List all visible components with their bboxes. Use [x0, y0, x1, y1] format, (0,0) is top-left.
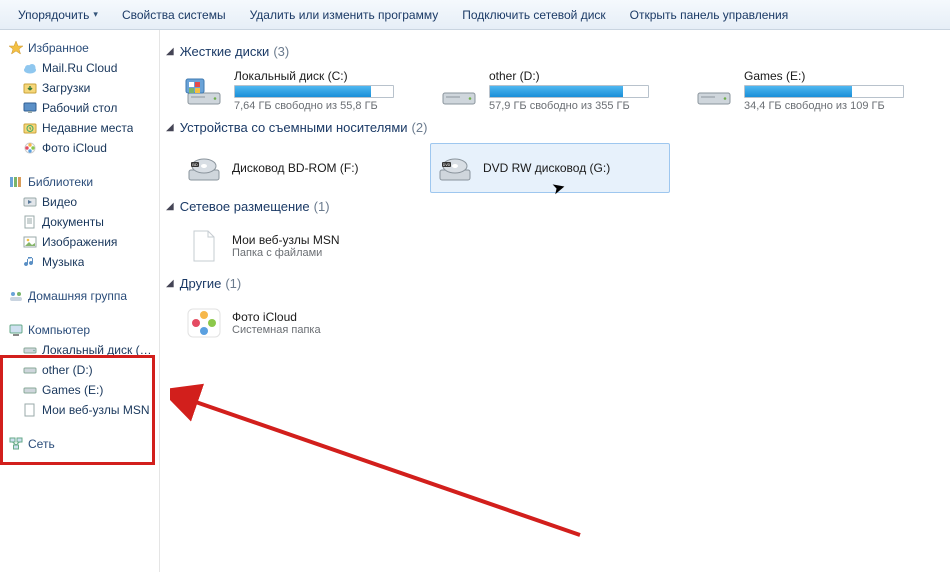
star-icon [8, 40, 24, 56]
icloud-photos-icon [184, 303, 224, 343]
homegroup-heading[interactable]: Домашняя группа [4, 286, 159, 306]
section-hdd-count: (3) [273, 44, 289, 59]
section-removable-count: (2) [412, 120, 428, 135]
dvd-rw-drive[interactable]: DVD DVD RW дисковод (G:) [430, 143, 670, 193]
file-icon [184, 226, 224, 266]
section-other[interactable]: ◢ Другие (1) [166, 276, 942, 291]
homegroup-icon [8, 288, 24, 304]
pictures-icon [22, 234, 38, 250]
documents-icon [22, 214, 38, 230]
collapse-icon: ◢ [166, 46, 174, 57]
homegroup-label: Домашняя группа [28, 289, 127, 303]
svg-text:DVD: DVD [443, 163, 451, 167]
collapse-icon: ◢ [166, 122, 174, 133]
dvd-rw-label: DVD RW дисковод (G:) [483, 161, 610, 175]
bd-rom-drive[interactable]: BD Дисковод BD-ROM (F:) [180, 143, 420, 193]
libraries-icon [8, 174, 24, 190]
computer-icon [8, 322, 24, 338]
sidebar-item-pictures[interactable]: Изображения [4, 232, 159, 252]
icloud-photos-item[interactable]: Фото iCloud Системная папка [180, 299, 420, 347]
sidebar-item-downloads[interactable]: Загрузки [4, 78, 159, 98]
section-other-title: Другие [180, 276, 222, 291]
sidebar-item-drive-d[interactable]: other (D:) [4, 360, 159, 380]
drive-freespace: 7,64 ГБ свободно из 55,8 ГБ [234, 100, 423, 112]
optical-drive-icon: BD [184, 148, 224, 188]
sidebar-item-recent[interactable]: Недавние места [4, 118, 159, 138]
svg-text:BD: BD [192, 162, 198, 167]
icloud-sub: Системная папка [232, 324, 321, 336]
sidebar-item-documents[interactable]: Документы [4, 212, 159, 232]
sidebar-item-drive-c[interactable]: Локальный диск (C:) [4, 340, 159, 360]
section-netloc[interactable]: ◢ Сетевое размещение (1) [166, 199, 942, 214]
network-icon [8, 436, 24, 452]
recent-icon [22, 120, 38, 136]
sidebar-item-mailru[interactable]: Mail.Ru Cloud [4, 58, 159, 78]
system-properties-button[interactable]: Свойства системы [110, 0, 238, 29]
favorites-label: Избранное [28, 41, 89, 55]
navigation-pane: Избранное Mail.Ru Cloud Загрузки Рабочий… [0, 30, 160, 572]
desktop-icon [22, 100, 38, 116]
optical-drive-icon: DVD [435, 148, 475, 188]
hard-drive-icon [692, 71, 736, 111]
section-removable-title: Устройства со съемными носителями [180, 120, 408, 135]
favorites-heading[interactable]: Избранное [4, 38, 159, 58]
drive-name: other (D:) [489, 69, 678, 83]
toolbar: Упорядочить Свойства системы Удалить или… [0, 0, 950, 30]
msn-web-item[interactable]: Мои веб-узлы MSN Папка с файлами [180, 222, 420, 270]
computer-heading[interactable]: Компьютер [4, 320, 159, 340]
video-icon [22, 194, 38, 210]
hard-drive-icon [437, 71, 481, 111]
map-network-drive-button[interactable]: Подключить сетевой диск [450, 0, 617, 29]
drive-icon [22, 342, 38, 358]
section-hard-drives[interactable]: ◢ Жесткие диски (3) [166, 44, 942, 59]
uninstall-program-button[interactable]: Удалить или изменить программу [238, 0, 451, 29]
hard-drive-1[interactable]: other (D:) 57,9 ГБ свободно из 355 ГБ [435, 67, 680, 114]
open-control-panel-button[interactable]: Открыть панель управления [618, 0, 801, 29]
section-netloc-title: Сетевое размещение [180, 199, 310, 214]
sidebar-item-video[interactable]: Видео [4, 192, 159, 212]
sidebar-item-msn[interactable]: Мои веб-узлы MSN [4, 400, 159, 420]
drive-capacity-bar [234, 85, 394, 98]
sidebar-item-icloud-photos[interactable]: Фото iCloud [4, 138, 159, 158]
section-removable[interactable]: ◢ Устройства со съемными носителями (2) [166, 120, 942, 135]
drive-freespace: 57,9 ГБ свободно из 355 ГБ [489, 100, 678, 112]
sidebar-item-music[interactable]: Музыка [4, 252, 159, 272]
network-label: Сеть [28, 437, 55, 451]
network-heading[interactable]: Сеть [4, 434, 159, 454]
hard-drive-2[interactable]: Games (E:) 34,4 ГБ свободно из 109 ГБ [690, 67, 935, 114]
drive-freespace: 34,4 ГБ свободно из 109 ГБ [744, 100, 933, 112]
libraries-heading[interactable]: Библиотеки [4, 172, 159, 192]
drive-name: Games (E:) [744, 69, 933, 83]
libraries-label: Библиотеки [28, 175, 93, 189]
computer-label: Компьютер [28, 323, 90, 337]
drive-name: Локальный диск (C:) [234, 69, 423, 83]
music-icon [22, 254, 38, 270]
photo-icon [22, 140, 38, 156]
collapse-icon: ◢ [166, 278, 174, 289]
hard-drive-icon [182, 71, 226, 111]
organize-button[interactable]: Упорядочить [6, 0, 110, 29]
annotation-red-arrow [170, 380, 600, 550]
content-pane: ◢ Жесткие диски (3) Локальный диск (C:) … [160, 30, 950, 572]
sidebar-item-desktop[interactable]: Рабочий стол [4, 98, 159, 118]
drive-icon [22, 362, 38, 378]
msn-sub: Папка с файлами [232, 247, 339, 259]
bd-rom-label: Дисковод BD-ROM (F:) [232, 161, 359, 175]
section-hdd-title: Жесткие диски [180, 44, 270, 59]
section-other-count: (1) [225, 276, 241, 291]
cloud-icon [22, 60, 38, 76]
collapse-icon: ◢ [166, 201, 174, 212]
sidebar-item-drive-e[interactable]: Games (E:) [4, 380, 159, 400]
hard-drive-0[interactable]: Локальный диск (C:) 7,64 ГБ свободно из … [180, 67, 425, 114]
msn-label: Мои веб-узлы MSN [232, 233, 339, 247]
section-netloc-count: (1) [314, 199, 330, 214]
page-icon [22, 402, 38, 418]
drive-capacity-bar [489, 85, 649, 98]
drive-capacity-bar [744, 85, 904, 98]
drive-icon [22, 382, 38, 398]
icloud-label: Фото iCloud [232, 310, 321, 324]
downloads-icon [22, 80, 38, 96]
